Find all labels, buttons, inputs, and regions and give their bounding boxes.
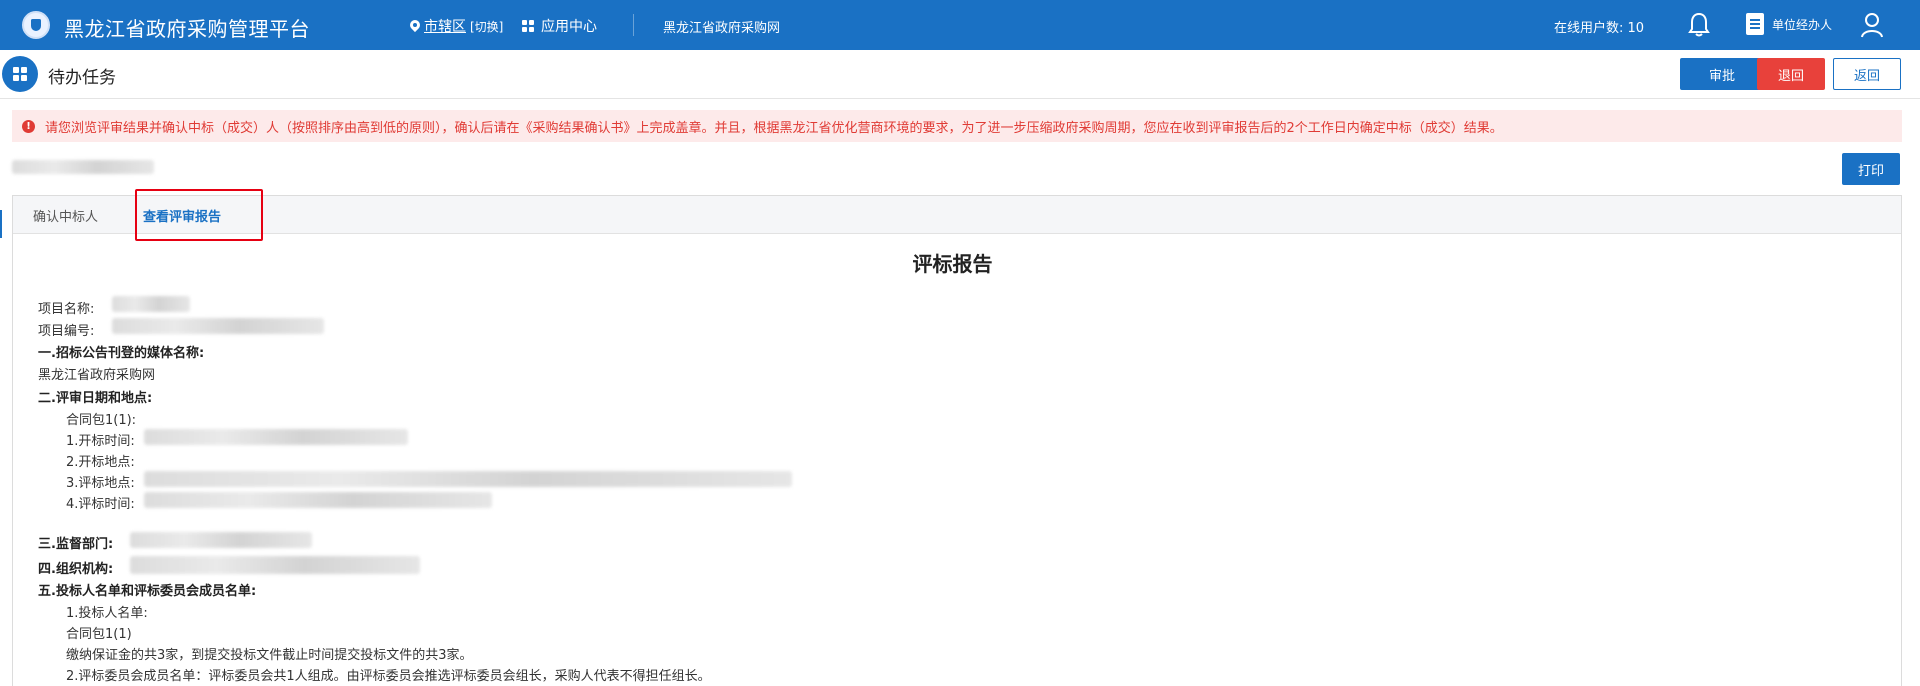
redacted-eval-place: [144, 471, 792, 487]
region-selector[interactable]: 市辖区 [切换]: [410, 16, 503, 36]
unit-manager-label: 单位经办人: [1772, 17, 1833, 32]
menu-grid-button[interactable]: [2, 56, 38, 92]
location-pin-icon: [410, 20, 420, 33]
warning-alert: ! 请您浏览评审结果并确认中标（成交）人（按照排序由高到低的原则），确认后请在《…: [12, 110, 1902, 142]
package-label: 合同包1(1):: [66, 413, 137, 428]
app-title: 黑龙江省政府采购管理平台: [64, 17, 310, 41]
section-1-title: 一.招标公告刊登的媒体名称:: [38, 346, 205, 361]
page-title: 待办任务: [48, 68, 116, 88]
print-button[interactable]: 打印: [1842, 153, 1900, 185]
approve-button[interactable]: 审批: [1680, 58, 1764, 90]
eval-time-label: 4.评标时间:: [66, 497, 135, 512]
alert-text: 请您浏览评审结果并确认中标（成交）人（按照排序由高到低的原则），确认后请在《采购…: [45, 120, 1503, 136]
redacted-eval-time: [144, 492, 492, 508]
redacted-project-name: [112, 296, 190, 312]
redacted-open-time: [144, 429, 408, 445]
tab-bar: 确认中标人 查看评审报告: [13, 189, 1901, 241]
bidder-list-label: 1.投标人名单:: [66, 606, 148, 621]
report-title: 评标报告: [912, 252, 993, 276]
back-button[interactable]: 返回: [1833, 58, 1901, 90]
bidder-summary: 缴纳保证金的共3家，到提交投标文件截止时间提交投标文件的共3家。: [66, 648, 473, 663]
project-name-label: 项目名称:: [38, 302, 95, 317]
section-5-title: 五.投标人名单和评标委员会成员名单:: [38, 584, 257, 599]
warning-icon: !: [22, 119, 35, 133]
section-1-value: 黑龙江省政府采购网: [38, 368, 156, 383]
left-indicator: [0, 210, 2, 238]
section-4-title: 四.组织机构:: [38, 562, 114, 577]
page-header: 待办任务 审批 退回 返回: [0, 56, 1920, 92]
section-2-title: 二.评审日期和地点:: [38, 391, 153, 406]
app-grid-icon: [522, 19, 535, 33]
tab-confirm-winner[interactable]: 确认中标人: [33, 196, 98, 234]
app-center-menu[interactable]: 应用中心: [522, 16, 597, 36]
notification-bell-icon[interactable]: [1688, 12, 1710, 38]
eval-place-label: 3.评标地点:: [66, 476, 135, 491]
user-icon[interactable]: [1860, 12, 1884, 38]
unit-manager-menu[interactable]: 单位经办人: [1746, 13, 1832, 35]
bidder-package: 合同包1(1): [66, 627, 132, 642]
committee-list: 2.评标委员会成员名单：评标委员会共1人组成。由评标委员会推选评标委员会组长，采…: [66, 669, 711, 684]
redacted-supervisor: [130, 532, 312, 548]
portal-link[interactable]: 黑龙江省政府采购网: [663, 17, 780, 36]
document-icon: [1746, 13, 1764, 35]
emblem-logo-icon: [22, 11, 50, 39]
open-place-label: 2.开标地点:: [66, 455, 135, 470]
section-3-title: 三.监督部门:: [38, 537, 114, 552]
top-bar: 黑龙江省政府采购管理平台 市辖区 [切换] 应用中心 黑龙江省政府采购网 在线用…: [0, 0, 1920, 50]
reject-button[interactable]: 退回: [1757, 58, 1825, 90]
online-users-count: 在线用户数: 10: [1554, 21, 1645, 36]
header-divider: [0, 98, 1920, 99]
tab-highlight-box: [135, 189, 263, 241]
region-switch-link[interactable]: [切换]: [470, 18, 503, 35]
redacted-organization: [130, 556, 420, 574]
project-code-label: 项目编号:: [38, 324, 95, 339]
app-center-label: 应用中心: [541, 19, 597, 35]
redacted-project-title: [12, 160, 154, 174]
topbar-divider: [633, 14, 634, 36]
open-time-label: 1.开标时间:: [66, 434, 135, 449]
region-name[interactable]: 市辖区: [424, 16, 466, 36]
redacted-project-code: [112, 318, 324, 334]
